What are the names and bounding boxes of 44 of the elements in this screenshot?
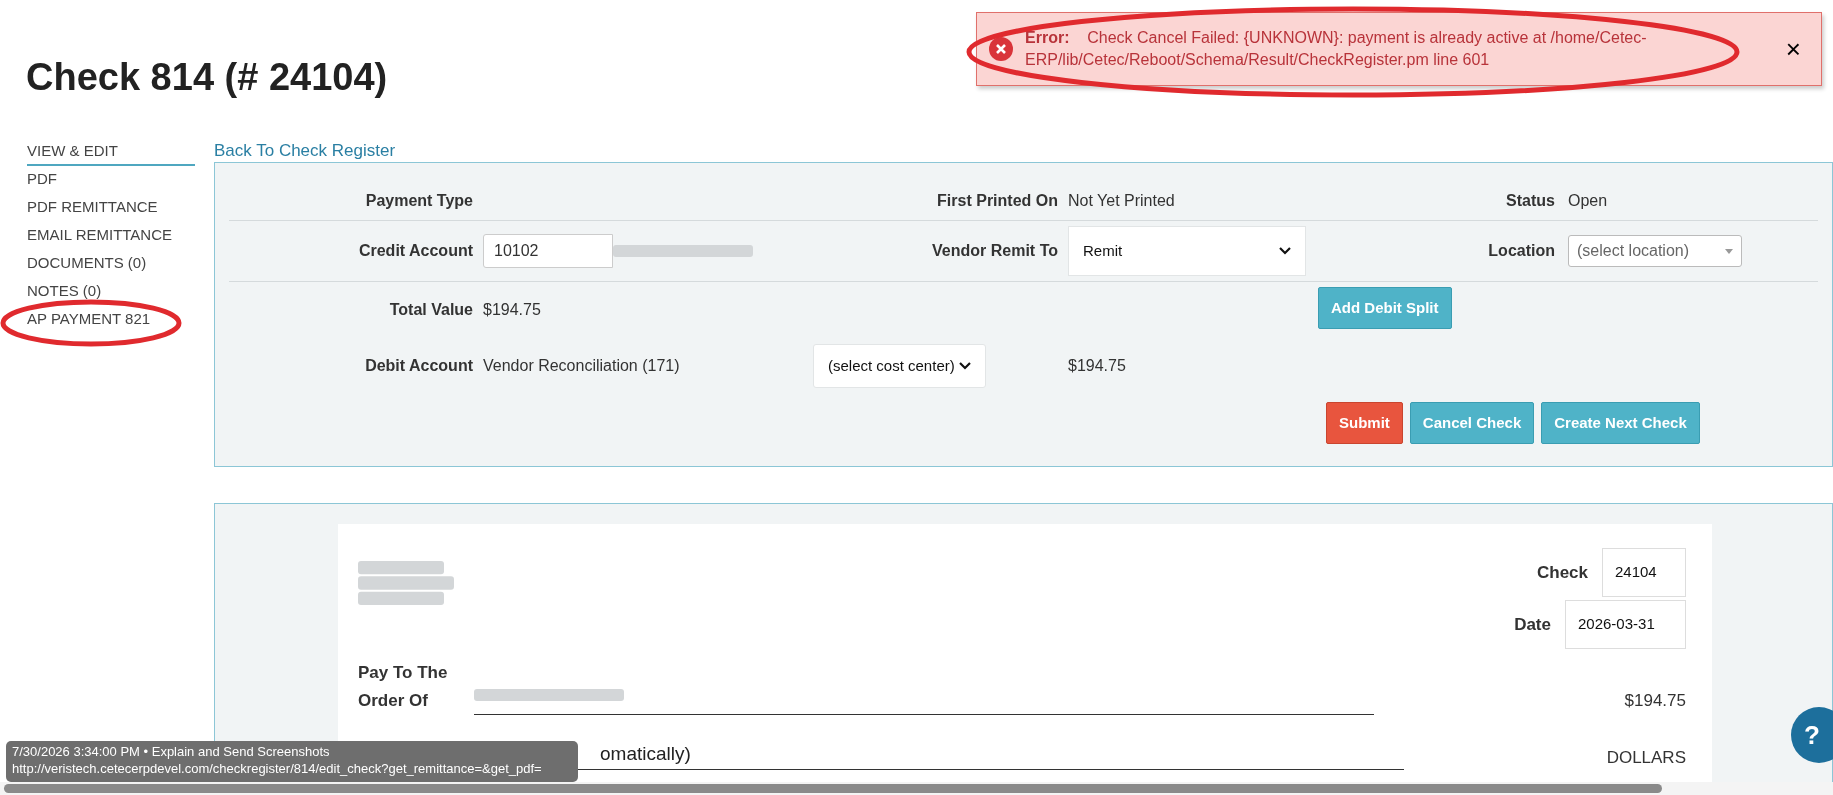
check-number-field[interactable]: 24104 bbox=[1602, 548, 1686, 597]
sidebar-item[interactable]: VIEW & EDIT bbox=[27, 138, 195, 166]
field-label: Location bbox=[1487, 241, 1556, 261]
sidebar-item[interactable]: DOCUMENTS (0) bbox=[27, 250, 195, 278]
tooltip-title: 7/30/2026 3:34:00 PM • Explain and Send Screenshots bbox=[12, 743, 330, 760]
field-label: Status bbox=[1505, 191, 1556, 211]
check-label: Check bbox=[1536, 561, 1588, 584]
pay-to-label: Pay To The Order Of bbox=[358, 662, 449, 712]
field-value: $194.75 bbox=[483, 300, 542, 320]
field-value: $194.75 bbox=[1068, 356, 1127, 376]
field-label: Debit Account bbox=[364, 356, 474, 376]
date-field[interactable]: 2026-03-31 bbox=[1565, 600, 1686, 649]
field-label: First Printed On bbox=[936, 191, 1059, 211]
field-label: Credit Account bbox=[357, 241, 474, 261]
chevron-down-icon bbox=[959, 362, 971, 370]
field-value: Not Yet Printed bbox=[1068, 191, 1176, 211]
field-value: Vendor Reconciliation (171) bbox=[483, 356, 681, 376]
error-icon bbox=[989, 37, 1013, 61]
caret-down-icon bbox=[1725, 248, 1733, 254]
sidebar-item[interactable]: NOTES (0) bbox=[27, 278, 195, 306]
tooltip-url: http://veristech.cetecerpdevel.com/checkregister/814/edit_check?get_remittance=&get_pdf= bbox=[12, 760, 542, 777]
sidebar-item[interactable]: AP PAYMENT 821 bbox=[27, 306, 195, 334]
scrollbar-thumb[interactable] bbox=[4, 784, 1662, 793]
amount-text: $194.75 bbox=[1624, 689, 1687, 712]
close-button[interactable]: × bbox=[1777, 36, 1809, 62]
date-label: Date bbox=[1514, 613, 1551, 636]
field-label: Vendor Remit To bbox=[931, 241, 1059, 261]
credit-account-field[interactable]: 10102 bbox=[483, 234, 613, 268]
dollars-label: DOLLARS bbox=[1606, 746, 1687, 769]
action-button[interactable]: Submit bbox=[1326, 402, 1403, 444]
field-label: Total Value bbox=[388, 300, 474, 320]
page-title: Check 814 (# 24104) bbox=[26, 58, 388, 96]
sidebar-item[interactable]: PDF bbox=[27, 166, 195, 194]
back-link[interactable]: Back To Check Register bbox=[214, 140, 396, 162]
field-label: Payment Type bbox=[364, 191, 474, 211]
cost-center-select[interactable]: (select cost center) bbox=[813, 344, 986, 388]
chevron-down-icon bbox=[1279, 247, 1291, 255]
field-value: Open bbox=[1568, 191, 1609, 211]
vendor-remit-select[interactable]: Remit bbox=[1068, 226, 1306, 276]
error-message: Error: Check Cancel Failed: {UNKNOWN}: payment is already active at /home/Cetec-ERP/lib/Cetec/Reboot/Schema/Result/CheckRegister.pm line 601 bbox=[1025, 28, 1648, 70]
sidebar-item[interactable]: PDF REMITTANCE bbox=[27, 194, 195, 222]
sidebar-item[interactable]: EMAIL REMITTANCE bbox=[27, 222, 195, 250]
location-select[interactable]: (select location) bbox=[1568, 235, 1742, 267]
text-amount: omatically) bbox=[600, 743, 691, 764]
